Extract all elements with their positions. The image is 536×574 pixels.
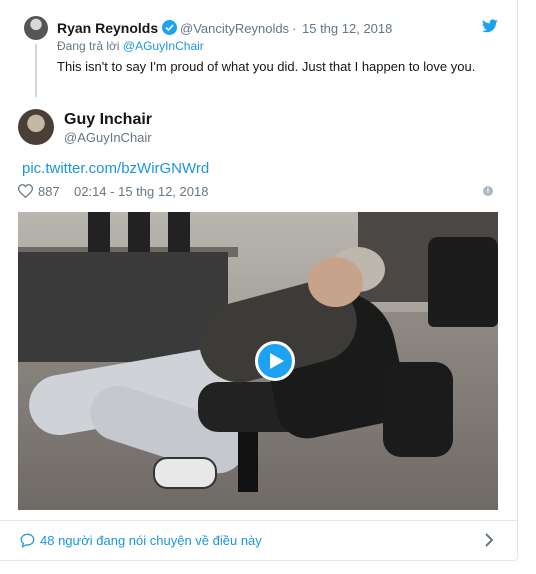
heart-icon[interactable] (18, 184, 33, 198)
reply-author-name[interactable]: Ryan Reynolds (57, 20, 158, 36)
info-icon[interactable]: i (483, 186, 493, 196)
tweet-timestamp[interactable]: 02:14 - 15 thg 12, 2018 (74, 184, 208, 199)
sneaker (153, 457, 217, 489)
conversation-link[interactable]: 48 người đang nói chuyện về điều này (0, 521, 518, 561)
video-thumbnail[interactable] (18, 212, 498, 510)
computer-monitor (168, 212, 190, 252)
play-icon (270, 353, 284, 369)
thread-connector-line (35, 44, 37, 97)
reply-author-handle[interactable]: @VancityReynolds (180, 21, 289, 36)
replying-to-prefix: Đang trả lời (57, 39, 123, 53)
verified-badge-icon (162, 20, 177, 35)
person-head (308, 257, 363, 307)
twitter-bird-icon[interactable] (482, 19, 498, 33)
chevron-right-icon[interactable] (484, 533, 494, 547)
computer-monitor (128, 212, 150, 252)
computer-monitor (88, 212, 110, 252)
office-desk (18, 252, 228, 362)
play-button[interactable] (255, 341, 295, 381)
meta-separator: · (292, 21, 297, 36)
speech-bubble-icon (20, 533, 35, 548)
empty-office-chair (428, 237, 498, 327)
conversation-text[interactable]: 48 người đang nói chuyện về điều này (40, 533, 262, 548)
like-count[interactable]: 887 (38, 184, 60, 199)
quoted-author-handle[interactable]: @AGuyInChair (64, 130, 152, 145)
backpack (383, 362, 453, 457)
replying-to-handle[interactable]: @AGuyInChair (123, 39, 204, 53)
ryan-reynolds-avatar[interactable] (24, 16, 48, 40)
chair-base (238, 432, 258, 492)
replying-to-label: Đang trả lời @AGuyInChair (57, 39, 204, 53)
reply-tweet-text: This isn't to say I'm proud of what you … (57, 59, 476, 74)
guy-inchair-avatar[interactable] (18, 109, 54, 145)
quoted-author-name[interactable]: Guy Inchair (64, 111, 152, 129)
pic-twitter-link[interactable]: pic.twitter.com/bzWirGNWrd (22, 160, 209, 177)
reply-date[interactable]: 15 thg 12, 2018 (302, 21, 392, 36)
tweet-embed-card: Ryan Reynolds @VancityReynolds · 15 thg … (0, 0, 518, 561)
